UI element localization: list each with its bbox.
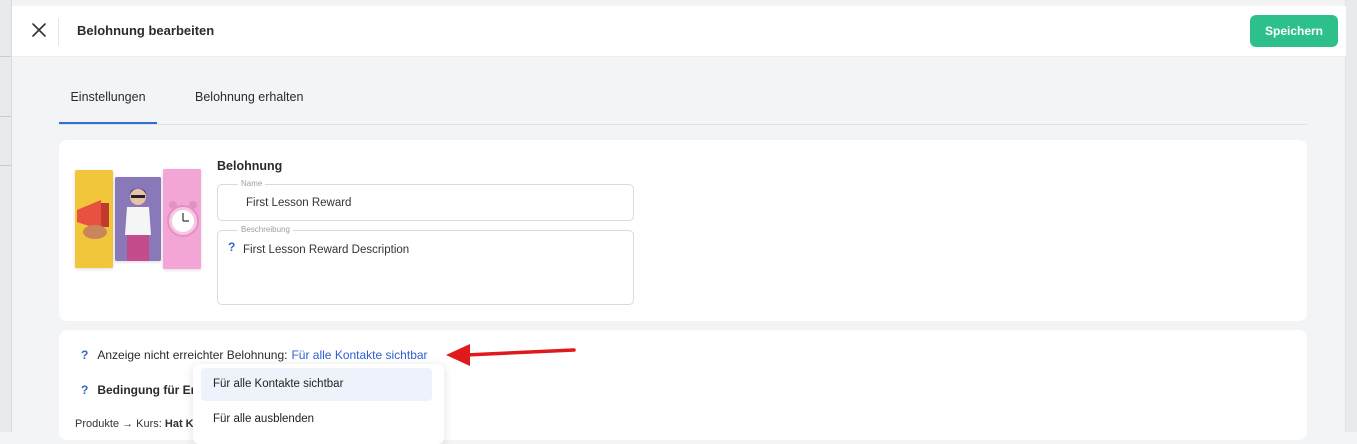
background-app-strip-right [1345, 0, 1357, 432]
tab-einstellungen[interactable]: Einstellungen [59, 72, 157, 124]
save-button[interactable]: Speichern [1250, 15, 1338, 47]
condition-path-bold: Hat K [164, 418, 194, 430]
condition-path: Produkte → Kurs: Hat K [75, 418, 194, 430]
dropdown-option-visible-all[interactable]: Für alle Kontakte sichtbar [201, 368, 432, 401]
woman-photo [115, 177, 161, 261]
description-field-value[interactable]: First Lesson Reward Description [243, 244, 409, 256]
description-field-label: Beschreibung [238, 225, 293, 234]
editor-header: Belohnung bearbeiten Speichern [12, 6, 1346, 57]
help-icon[interactable]: ? [228, 240, 235, 254]
name-field-value[interactable]: First Lesson Reward [246, 197, 351, 209]
annotation-arrow-icon [446, 344, 576, 366]
reward-image[interactable] [75, 169, 201, 269]
visibility-dropdown-menu: Für alle Kontakte sichtbar Für alle ausb… [193, 364, 444, 444]
name-field[interactable]: Name First Lesson Reward [217, 179, 634, 221]
close-icon [32, 23, 46, 37]
header-divider [58, 18, 59, 46]
reward-section-label: Belohnung [217, 159, 283, 173]
condition-label: Bedingung für Er [97, 383, 196, 397]
visibility-row: ? Anzeige nicht erreichter Belohnung: Für … [81, 348, 428, 362]
reward-card: Belohnung Name First Lesson Reward Besch… [59, 140, 1307, 321]
tab-bar: Einstellungen Belohnung erhalten [59, 72, 1307, 125]
help-icon[interactable]: ? [81, 383, 88, 397]
background-app-strip [0, 0, 12, 432]
help-icon[interactable]: ? [81, 348, 88, 362]
alarm-clock-photo [163, 169, 201, 269]
description-field[interactable]: Beschreibung ? First Lesson Reward Descr… [217, 225, 634, 305]
megaphone-photo [75, 170, 113, 268]
close-button[interactable] [28, 19, 50, 41]
condition-path-prefix: Produkte → Kurs: [75, 418, 162, 430]
condition-row: ? Bedingung für Er [81, 383, 195, 397]
visibility-select[interactable]: Für alle Kontakte sichtbar [291, 348, 427, 362]
page-title: Belohnung bearbeiten [77, 23, 215, 38]
tab-belohnung-erhalten[interactable]: Belohnung erhalten [195, 72, 303, 123]
name-field-label: Name [238, 179, 266, 188]
visibility-label: Anzeige nicht erreichter Belohnung: [97, 348, 288, 362]
dropdown-option-hide-all[interactable]: Für alle ausblenden [201, 403, 432, 436]
